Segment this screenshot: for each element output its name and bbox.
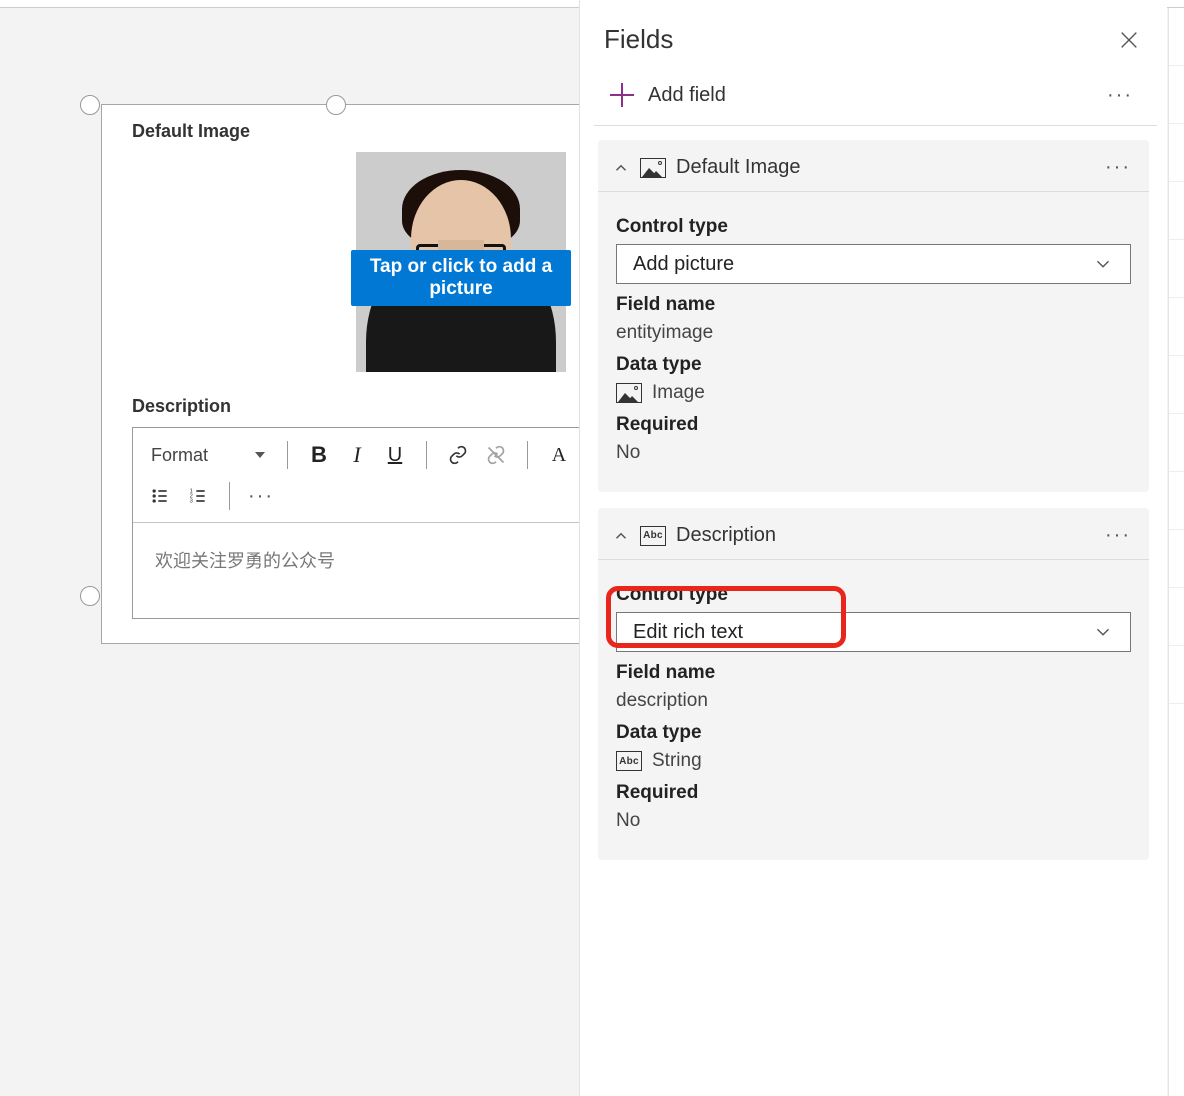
chevron-down-icon bbox=[255, 452, 265, 458]
chevron-up-icon bbox=[612, 159, 630, 177]
data-type-label: Data type bbox=[616, 722, 1131, 744]
font-button[interactable]: A bbox=[542, 439, 576, 471]
numbered-list-button[interactable]: 123 bbox=[181, 480, 215, 512]
plus-icon bbox=[610, 83, 634, 107]
toolbar-separator bbox=[527, 441, 528, 469]
section-more-button[interactable]: ··· bbox=[1105, 524, 1131, 547]
format-dropdown[interactable]: Format bbox=[143, 438, 273, 472]
image-overlay-text[interactable]: Tap or click to add a picture bbox=[351, 250, 571, 306]
unlink-button[interactable] bbox=[479, 439, 513, 471]
add-field-button[interactable]: Add field bbox=[610, 83, 726, 107]
section-title: Description bbox=[676, 524, 776, 547]
format-label: Format bbox=[151, 445, 208, 466]
bullet-list-button[interactable] bbox=[143, 480, 177, 512]
required-value: No bbox=[616, 442, 1131, 464]
image-icon bbox=[616, 383, 642, 403]
required-label: Required bbox=[616, 414, 1131, 436]
section-body: Control type Add picture Field name enti… bbox=[598, 192, 1149, 492]
svg-text:3: 3 bbox=[190, 499, 193, 505]
field-name-value: entityimage bbox=[616, 322, 1131, 344]
section-header[interactable]: Default Image ··· bbox=[598, 140, 1149, 192]
panel-header: Fields bbox=[580, 0, 1167, 75]
data-type-value: String bbox=[652, 750, 702, 772]
control-type-value: Add picture bbox=[633, 253, 734, 276]
control-type-label: Control type bbox=[616, 216, 1131, 238]
field-section-default-image: Default Image ··· Control type Add pictu… bbox=[598, 140, 1149, 492]
data-type-value: Image bbox=[652, 382, 705, 404]
bold-button[interactable]: B bbox=[302, 439, 336, 471]
toolbar-separator bbox=[287, 441, 288, 469]
more-toolbar-button[interactable]: ··· bbox=[244, 480, 278, 512]
section-more-button[interactable]: ··· bbox=[1105, 156, 1131, 179]
resize-handle[interactable] bbox=[80, 95, 100, 115]
right-rail bbox=[1168, 8, 1184, 1096]
add-field-label: Add field bbox=[648, 84, 726, 107]
field-name-label: Field name bbox=[616, 294, 1131, 316]
field-section-description: Abc Description ··· Control type Edit ri… bbox=[598, 508, 1149, 860]
field-name-label: Field name bbox=[616, 662, 1131, 684]
required-label: Required bbox=[616, 782, 1131, 804]
section-body: Control type Edit rich text Field name d… bbox=[598, 560, 1149, 860]
chevron-down-icon bbox=[1092, 621, 1114, 643]
data-type-label: Data type bbox=[616, 354, 1131, 376]
italic-button[interactable]: I bbox=[340, 439, 374, 471]
text-icon: Abc bbox=[640, 526, 666, 546]
control-type-select[interactable]: Edit rich text bbox=[616, 612, 1131, 652]
section-title: Default Image bbox=[676, 156, 801, 179]
resize-handle[interactable] bbox=[326, 95, 346, 115]
text-icon: Abc bbox=[616, 751, 642, 771]
more-button[interactable]: ··· bbox=[1107, 84, 1133, 107]
image-icon bbox=[640, 158, 666, 178]
field-name-value: description bbox=[616, 690, 1131, 712]
close-button[interactable] bbox=[1115, 26, 1143, 54]
panel-title: Fields bbox=[604, 24, 673, 55]
section-header[interactable]: Abc Description ··· bbox=[598, 508, 1149, 560]
fields-panel: Fields Add field ··· Default Image ··· C… bbox=[579, 0, 1167, 1096]
control-type-label: Control type bbox=[616, 584, 1131, 606]
required-value: No bbox=[616, 810, 1131, 832]
control-type-value: Edit rich text bbox=[633, 621, 743, 644]
link-button[interactable] bbox=[441, 439, 475, 471]
chevron-down-icon bbox=[1092, 253, 1114, 275]
chevron-up-icon bbox=[612, 527, 630, 545]
control-type-select[interactable]: Add picture bbox=[616, 244, 1131, 284]
resize-handle[interactable] bbox=[80, 586, 100, 606]
toolbar-separator bbox=[426, 441, 427, 469]
add-field-row: Add field ··· bbox=[594, 75, 1157, 126]
image-upload[interactable]: Tap or click to add a picture bbox=[356, 152, 566, 372]
toolbar-separator bbox=[229, 482, 230, 510]
underline-button[interactable]: U bbox=[378, 439, 412, 471]
